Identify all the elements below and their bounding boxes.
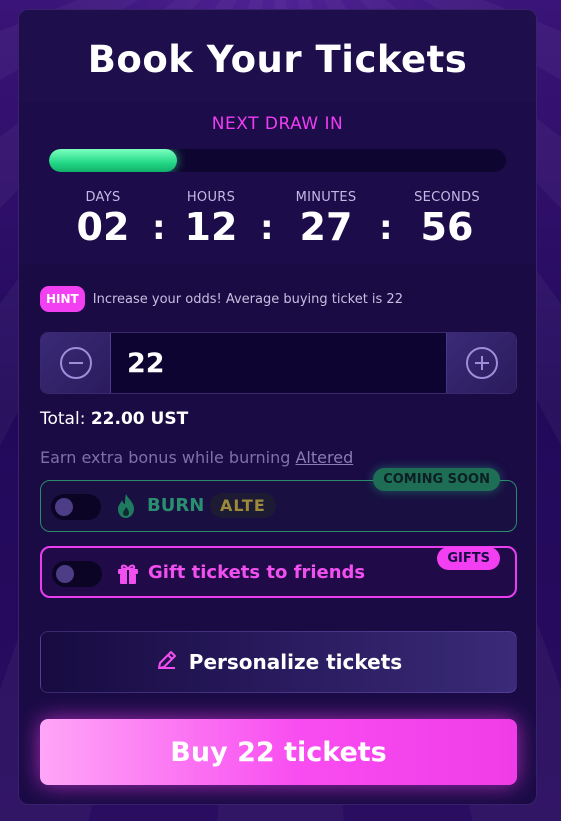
toggle-knob [56,565,74,583]
page-title: Book Your Tickets [87,38,468,81]
ticket-quantity-stepper: 22 [40,332,517,394]
title-bar: Book Your Tickets [19,10,536,102]
burn-label: BURN [147,495,205,516]
buy-label: Buy 22 tickets [170,736,387,768]
gift-icon [116,561,140,589]
decrease-quantity-button[interactable] [41,333,111,393]
total-row: Total: 22.00 UST [40,409,188,429]
days-value: 02 [76,205,130,249]
gift-toggle[interactable] [52,561,102,587]
total-label: Total: [40,409,86,429]
toggle-knob [55,498,73,516]
personalize-label: Personalize tickets [188,650,403,674]
coming-soon-badge: COMING SOON [373,468,500,491]
days-label: DAYS [85,190,121,205]
minus-icon [59,347,92,379]
time-separator: : [152,208,166,248]
seconds-label: SECONDS [414,190,480,205]
pencil-icon [155,648,179,676]
personalize-tickets-button[interactable]: Personalize tickets [40,631,517,693]
plus-icon [465,347,498,379]
altered-link[interactable]: Altered [295,448,353,467]
total-value: 22.00 UST [90,409,189,429]
quantity-input[interactable]: 22 [127,348,165,379]
draw-progress-fill [49,149,177,172]
gift-label: Gift tickets to friends [148,562,366,583]
minutes-label: MINUTES [295,190,357,205]
gifts-badge: GIFTS [437,547,500,570]
countdown-panel: NEXT DRAW IN DAYS 02 : HOURS 12 : MINUTE… [19,102,536,264]
time-separator: : [379,208,393,248]
increase-quantity-button[interactable] [446,333,516,393]
minutes-value: 27 [299,205,353,249]
time-separator: : [260,208,274,248]
countdown-days: DAYS 02 [58,190,148,249]
draw-progress-bar [49,149,506,172]
countdown-hours: HOURS 12 [166,190,256,249]
countdown-minutes: MINUTES 27 [281,190,371,249]
burn-toggle[interactable] [51,494,101,520]
next-draw-label: NEXT DRAW IN [211,114,344,134]
hours-value: 12 [184,205,238,249]
hint-text: Increase your odds! Average buying ticke… [92,291,403,307]
buy-tickets-button[interactable]: Buy 22 tickets [40,719,517,785]
hint-row: HINT Increase your odds! Average buying … [40,286,403,312]
booking-card: Book Your Tickets NEXT DRAW IN DAYS 02 :… [18,9,537,805]
seconds-value: 56 [420,205,474,249]
hint-badge: HINT [40,286,85,312]
bonus-text: Earn extra bonus while burning [40,448,291,467]
alte-token-badge: ALTE [210,493,276,518]
bonus-text-row: Earn extra bonus while burning Altered [40,448,353,467]
hours-label: HOURS [186,190,236,205]
countdown-seconds: SECONDS 56 [402,190,492,249]
flame-icon [115,493,137,523]
